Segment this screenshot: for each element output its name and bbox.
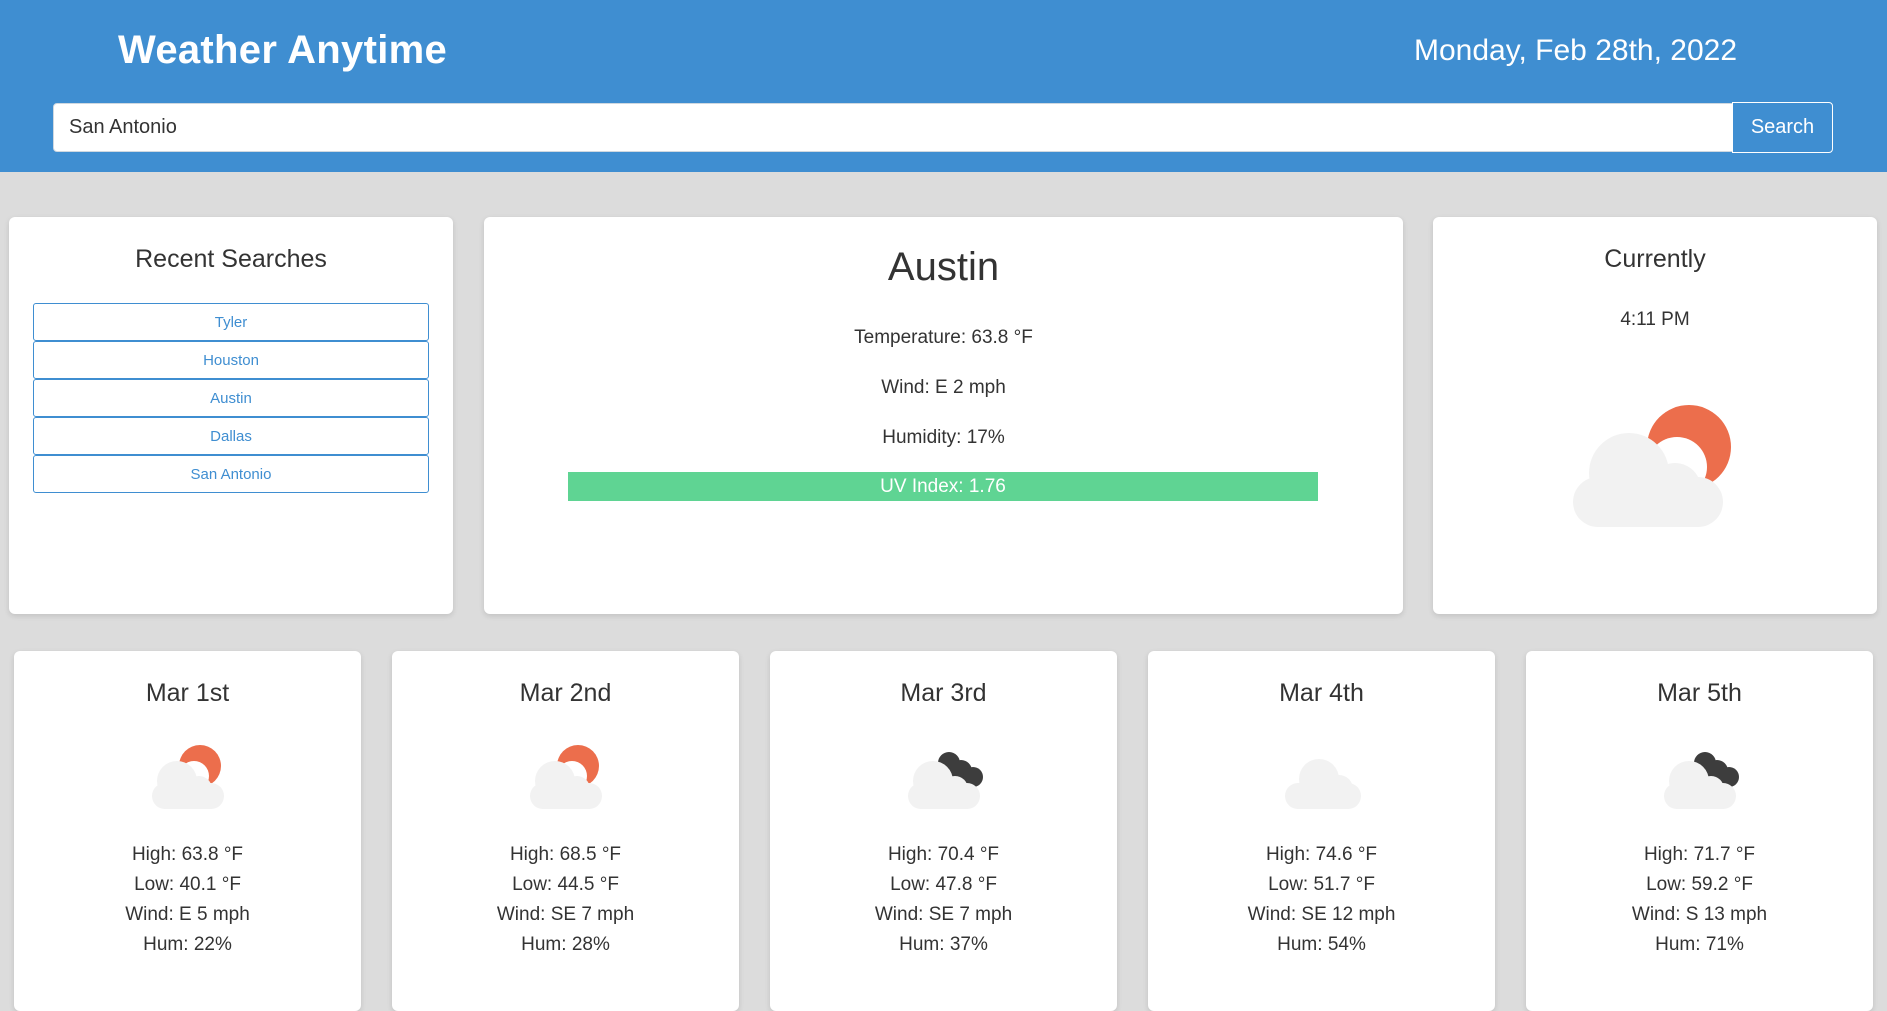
forecast-date: Mar 5th (1657, 679, 1742, 707)
current-time: 4:11 PM (1620, 309, 1690, 330)
forecast-wind: Wind: S 13 mph (1631, 904, 1768, 925)
forecast-humidity: Hum: 54% (1277, 934, 1366, 955)
recent-search-item[interactable]: Houston (33, 341, 429, 379)
search-button[interactable]: Search (1732, 102, 1833, 153)
forecast-card: Mar 3rd High: 70.4 °F Low: 47.8 °F Wind:… (770, 651, 1117, 1011)
forecast-wind: Wind: SE 12 mph (1247, 904, 1396, 925)
city-weather-card: Austin Temperature: 63.8 °F Wind: E 2 mp… (484, 217, 1403, 614)
recent-searches-title: Recent Searches (135, 245, 327, 273)
forecast-wind: Wind: SE 7 mph (874, 904, 1013, 925)
forecast-card: Mar 5th High: 71.7 °F Low: 59.2 °F Wind:… (1526, 651, 1873, 1011)
cloud-icon (1285, 759, 1361, 809)
forecast-date: Mar 1st (145, 679, 230, 707)
forecast-humidity: Hum: 22% (143, 934, 232, 955)
partly-cloudy-day-icon (152, 745, 224, 809)
app-title: Weather Anytime (118, 28, 448, 72)
forecast-humidity: Hum: 28% (521, 934, 610, 955)
current-date: Monday, Feb 28th, 2022 (1414, 34, 1737, 67)
forecast-card: Mar 1st High: 63.8 °F Low: 40.1 °F Wind:… (14, 651, 361, 1011)
forecast-high: High: 70.4 °F (887, 844, 1000, 865)
recent-searches-list: Tyler Houston Austin Dallas San Antonio (33, 303, 429, 493)
recent-search-item[interactable]: San Antonio (33, 455, 429, 493)
forecast-card: Mar 2nd High: 68.5 °F Low: 44.5 °F Wind:… (392, 651, 739, 1011)
header: Weather Anytime Monday, Feb 28th, 2022 S… (0, 0, 1887, 172)
forecast-humidity: Hum: 37% (899, 934, 988, 955)
partly-cloudy-day-icon (530, 745, 602, 809)
dark-clouds-icon (1664, 752, 1739, 809)
recent-search-item[interactable]: Austin (33, 379, 429, 417)
wind-text: Wind: E 2 mph (881, 377, 1006, 398)
current-title: Currently (1604, 245, 1706, 273)
forecast-high: High: 74.6 °F (1265, 844, 1378, 865)
recent-searches-card: Recent Searches Tyler Houston Austin Dal… (9, 217, 453, 614)
city-name: Austin (887, 245, 1000, 289)
forecast-low: Low: 51.7 °F (1268, 874, 1375, 895)
forecast-low: Low: 40.1 °F (134, 874, 241, 895)
partly-cloudy-day-icon (1573, 405, 1731, 527)
recent-search-item[interactable]: Dallas (33, 417, 429, 455)
humidity-text: Humidity: 17% (882, 427, 1005, 448)
forecast-wind: Wind: E 5 mph (125, 904, 250, 925)
forecast-high: High: 68.5 °F (509, 844, 622, 865)
forecast-date: Mar 2nd (519, 679, 612, 707)
dark-clouds-icon (908, 752, 983, 809)
temperature-text: Temperature: 63.8 °F (854, 327, 1033, 348)
forecast-date: Mar 3rd (900, 679, 987, 707)
uv-index-bar: UV Index: 1.76 (568, 472, 1318, 501)
forecast-low: Low: 44.5 °F (512, 874, 619, 895)
forecast-date: Mar 4th (1279, 679, 1364, 707)
forecast-high: High: 63.8 °F (131, 844, 244, 865)
search-input[interactable] (53, 103, 1733, 152)
forecast-wind: Wind: SE 7 mph (496, 904, 635, 925)
forecast-high: High: 71.7 °F (1643, 844, 1756, 865)
recent-search-item[interactable]: Tyler (33, 303, 429, 341)
current-conditions-card: Currently 4:11 PM (1433, 217, 1877, 614)
forecast-humidity: Hum: 71% (1655, 934, 1744, 955)
forecast-card: Mar 4th High: 74.6 °F Low: 51.7 °F Wind:… (1148, 651, 1495, 1011)
forecast-low: Low: 47.8 °F (890, 874, 997, 895)
forecast-low: Low: 59.2 °F (1646, 874, 1753, 895)
